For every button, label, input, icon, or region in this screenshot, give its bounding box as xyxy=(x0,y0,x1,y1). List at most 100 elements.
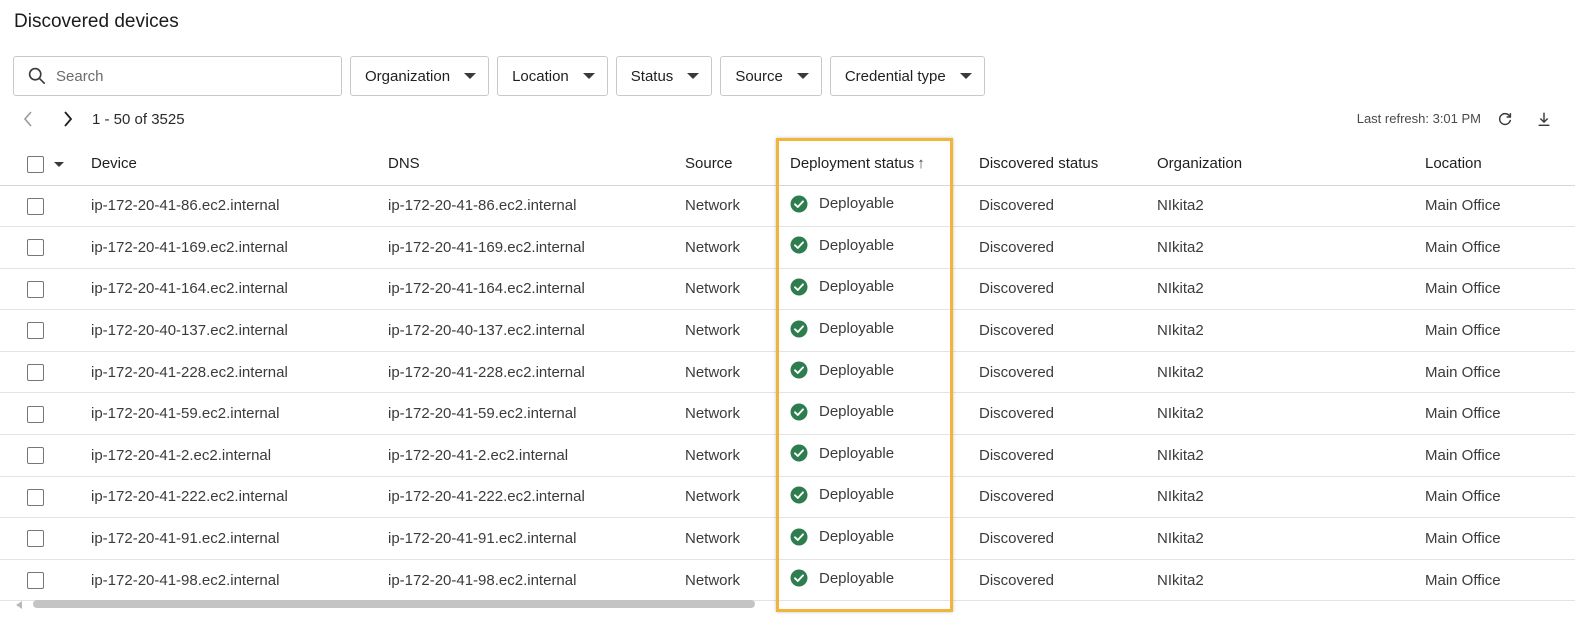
refresh-icon[interactable] xyxy=(1496,110,1514,128)
deployment-status-label: Deployable xyxy=(819,569,895,587)
column-header-device[interactable]: Device xyxy=(91,143,388,186)
device-cell[interactable]: ip-172-20-41-222.ec2.internal xyxy=(91,476,388,519)
location-cell: Main Office xyxy=(1425,476,1575,519)
organization-cell: NIkita2 xyxy=(1157,392,1425,436)
filter-credential-type[interactable]: Credential type xyxy=(829,56,985,96)
table-row[interactable]: ip-172-20-41-2.ec2.internal ip-172-20-41-… xyxy=(0,434,1575,477)
location-cell: Main Office xyxy=(1425,392,1575,436)
caret-down-icon xyxy=(582,73,595,79)
download-icon[interactable] xyxy=(1535,110,1553,128)
discovered-status-cell: Discovered xyxy=(979,559,1157,602)
deployment-status-label: Deployable xyxy=(819,486,895,504)
device-cell[interactable]: ip-172-20-41-98.ec2.internal xyxy=(91,559,388,602)
organization-cell: NIkita2 xyxy=(1157,226,1425,269)
row-checkbox[interactable] xyxy=(27,530,44,548)
deployment-status-cell: Deployable xyxy=(785,226,979,269)
filter-location[interactable]: Location xyxy=(497,56,608,96)
device-cell[interactable]: ip-172-20-41-2.ec2.internal xyxy=(91,434,388,477)
caret-down-icon xyxy=(687,73,700,79)
column-header-location[interactable]: Location xyxy=(1425,143,1575,186)
row-checkbox[interactable] xyxy=(27,488,44,506)
table-row[interactable]: ip-172-20-41-59.ec2.internal ip-172-20-41… xyxy=(0,392,1575,436)
select-all-checkbox[interactable] xyxy=(27,155,44,173)
filter-label: Location xyxy=(512,67,569,85)
search-input[interactable] xyxy=(56,67,306,85)
table-row[interactable]: ip-172-20-41-86.ec2.internal ip-172-20-41… xyxy=(0,185,1575,228)
select-all-header xyxy=(0,143,91,186)
device-cell[interactable]: ip-172-20-41-169.ec2.internal xyxy=(91,226,388,269)
table-row[interactable]: ip-172-20-41-164.ec2.internal ip-172-20-4… xyxy=(0,268,1575,311)
source-cell: Network xyxy=(685,476,785,519)
pagination: 1 - 50 of 3525 xyxy=(18,108,185,130)
check-circle-icon xyxy=(790,236,808,254)
row-checkbox[interactable] xyxy=(27,571,44,589)
device-cell[interactable]: ip-172-20-40-137.ec2.internal xyxy=(91,309,388,352)
deployment-status-cell: Deployable xyxy=(785,351,979,394)
table-row[interactable]: ip-172-20-41-222.ec2.internal ip-172-20-4… xyxy=(0,476,1575,519)
row-checkbox[interactable] xyxy=(27,405,44,423)
row-checkbox[interactable] xyxy=(27,322,44,340)
deployment-status-cell: Deployable xyxy=(785,476,979,519)
table-row[interactable]: ip-172-20-41-91.ec2.internal ip-172-20-41… xyxy=(0,517,1575,560)
dns-cell: ip-172-20-41-91.ec2.internal xyxy=(388,517,685,560)
row-checkbox[interactable] xyxy=(27,447,44,465)
sort-ascending-icon: ↑ xyxy=(917,155,925,173)
next-page-button[interactable] xyxy=(58,108,78,130)
filter-status[interactable]: Status xyxy=(615,56,713,96)
device-cell[interactable]: ip-172-20-41-86.ec2.internal xyxy=(91,185,388,228)
row-checkbox[interactable] xyxy=(27,363,44,381)
column-header-dns[interactable]: DNS xyxy=(388,143,685,186)
row-select-cell xyxy=(0,268,91,311)
column-header-source[interactable]: Source xyxy=(685,143,785,186)
devices-table: Device DNS Source Deployment status ↑ Dis… xyxy=(0,143,1575,602)
row-select-cell xyxy=(0,434,91,477)
chevron-left-icon xyxy=(23,111,32,127)
column-header-deployment-status[interactable]: Deployment status ↑ xyxy=(785,143,979,186)
scrollbar-thumb[interactable] xyxy=(33,600,755,608)
organization-cell: NIkita2 xyxy=(1157,185,1425,228)
dns-cell: ip-172-20-41-228.ec2.internal xyxy=(388,351,685,394)
horizontal-scrollbar[interactable] xyxy=(16,600,755,610)
deployment-status-label: Deployable xyxy=(819,528,895,546)
column-header-discovered-status[interactable]: Discovered status xyxy=(979,143,1157,186)
row-select-cell xyxy=(0,517,91,560)
check-circle-icon xyxy=(790,528,808,546)
filter-toolbar: Organization Location Status Source Cred… xyxy=(13,56,985,96)
device-cell[interactable]: ip-172-20-41-91.ec2.internal xyxy=(91,517,388,560)
row-checkbox[interactable] xyxy=(27,280,44,298)
organization-cell: NIkita2 xyxy=(1157,268,1425,311)
prev-page-button[interactable] xyxy=(18,108,38,130)
row-select-cell xyxy=(0,392,91,436)
caret-down-icon[interactable] xyxy=(54,161,64,167)
device-cell[interactable]: ip-172-20-41-228.ec2.internal xyxy=(91,351,388,394)
source-cell: Network xyxy=(685,185,785,228)
table-row[interactable]: ip-172-20-40-137.ec2.internal ip-172-20-4… xyxy=(0,309,1575,352)
deployment-status-cell: Deployable xyxy=(785,559,979,602)
device-cell[interactable]: ip-172-20-41-59.ec2.internal xyxy=(91,392,388,436)
row-checkbox[interactable] xyxy=(27,197,44,215)
organization-cell: NIkita2 xyxy=(1157,351,1425,394)
column-header-organization[interactable]: Organization xyxy=(1157,143,1425,186)
row-checkbox[interactable] xyxy=(27,239,44,257)
scroll-left-icon[interactable] xyxy=(16,601,22,609)
search-box[interactable] xyxy=(13,56,342,96)
source-cell: Network xyxy=(685,268,785,311)
device-cell[interactable]: ip-172-20-41-164.ec2.internal xyxy=(91,268,388,311)
table-row[interactable]: ip-172-20-41-169.ec2.internal ip-172-20-4… xyxy=(0,226,1575,269)
check-circle-icon xyxy=(790,361,808,379)
table-header-row: Device DNS Source Deployment status ↑ Dis… xyxy=(0,143,1575,186)
page-title: Discovered devices xyxy=(14,11,179,32)
filter-label: Source xyxy=(735,67,783,85)
source-cell: Network xyxy=(685,517,785,560)
filter-source[interactable]: Source xyxy=(720,56,822,96)
deployment-status-label: Deployable xyxy=(819,320,895,338)
filter-organization[interactable]: Organization xyxy=(350,56,490,96)
chevron-right-icon xyxy=(64,111,73,127)
location-cell: Main Office xyxy=(1425,434,1575,477)
table-row[interactable]: ip-172-20-41-228.ec2.internal ip-172-20-4… xyxy=(0,351,1575,394)
deployment-status-cell: Deployable xyxy=(785,434,979,477)
source-cell: Network xyxy=(685,309,785,352)
location-cell: Main Office xyxy=(1425,559,1575,602)
caret-down-icon xyxy=(796,73,809,79)
table-row[interactable]: ip-172-20-41-98.ec2.internal ip-172-20-41… xyxy=(0,559,1575,602)
